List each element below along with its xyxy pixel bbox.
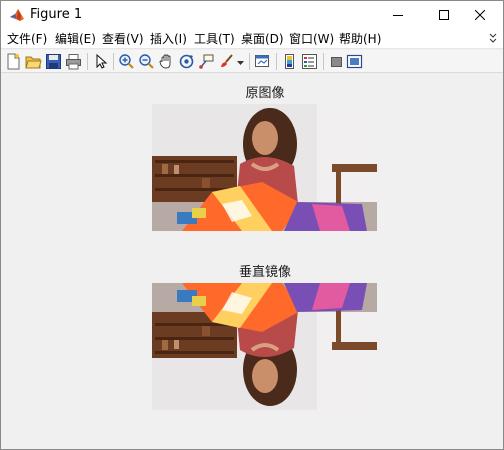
minimize-button[interactable] [375,1,421,29]
edit-plot-arrow-icon[interactable] [92,53,109,70]
window-title: Figure 1 [30,7,83,22]
minimize-icon [393,15,403,16]
open-file-icon[interactable] [25,53,42,70]
save-icon[interactable] [45,53,62,70]
mirrored-photo-graphic [152,283,377,410]
show-plot-tools-icon[interactable] [346,53,363,70]
title-bar[interactable]: Figure 1 [1,1,503,29]
menu-tools[interactable]: 工具(T) [194,31,235,47]
matlab-logo-icon [10,9,24,21]
close-button[interactable] [457,1,503,29]
hide-plot-tools-icon[interactable] [328,53,345,70]
zoom-out-icon[interactable] [138,53,155,70]
toolbar-separator [323,53,324,70]
toolbar-separator [87,53,88,70]
top-axes-title: 原图像 [245,86,285,101]
insert-legend-icon[interactable] [301,53,318,70]
pan-hand-icon[interactable] [158,53,175,70]
link-plot-icon[interactable] [254,53,271,70]
insert-colorbar-icon[interactable] [281,53,298,70]
original-image[interactable] [152,104,377,231]
menu-edit[interactable]: 编辑(E) [55,31,96,47]
brush-icon[interactable] [218,53,235,70]
rotate-3d-icon[interactable] [178,53,195,70]
menu-window[interactable]: 窗口(W) [289,31,334,47]
brush-dropdown-icon[interactable] [236,53,245,70]
toolbar-separator [249,53,250,70]
bottom-axes-title: 垂直镜像 [238,265,291,280]
toolbar-separator [276,53,277,70]
menu-insert[interactable]: 插入(I) [150,31,187,47]
menu-help[interactable]: 帮助(H) [339,31,381,47]
new-figure-icon[interactable] [5,53,22,70]
menu-view[interactable]: 查看(V) [102,31,144,47]
data-cursor-icon[interactable] [198,53,215,70]
print-icon[interactable] [65,53,82,70]
close-icon [475,10,485,20]
figure-window: Figure 1 文件(F) 编辑(E) 查看(V) 插入(I) 工具(T) 桌… [0,0,504,450]
zoom-in-icon[interactable] [118,53,135,70]
menu-expand-icon[interactable] [487,31,499,45]
toolbar-separator [113,53,114,70]
maximize-icon [439,10,449,20]
menu-file[interactable]: 文件(F) [7,31,47,47]
menu-bar: 文件(F) 编辑(E) 查看(V) 插入(I) 工具(T) 桌面(D) 窗口(W… [1,29,503,49]
menu-desktop[interactable]: 桌面(D) [241,31,284,47]
original-photo-graphic [152,104,377,231]
vertically-mirrored-image[interactable] [152,283,377,410]
toolbar [1,50,503,73]
